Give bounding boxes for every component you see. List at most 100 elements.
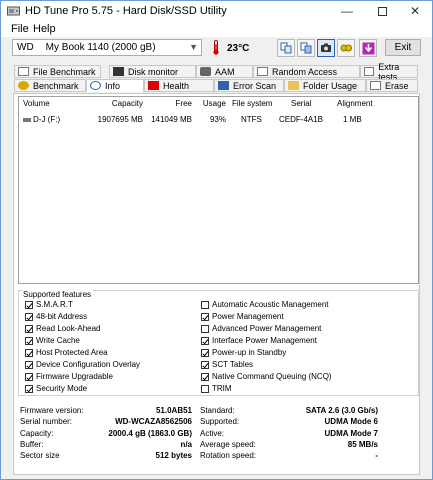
file-system-cell: NTFS xyxy=(241,115,262,124)
detail-label: Active: xyxy=(200,428,225,438)
feature-label: Firmware Upgradable xyxy=(36,372,113,381)
col-free[interactable]: Free xyxy=(176,99,192,108)
col-file-system[interactable]: File system xyxy=(232,99,272,108)
close-button[interactable]: ✕ xyxy=(398,1,432,21)
save-button[interactable] xyxy=(359,39,377,57)
feature-checkbox xyxy=(201,324,209,333)
tab-aam[interactable]: AAM xyxy=(196,65,253,78)
error-scan-icon xyxy=(218,81,229,90)
maximize-button[interactable] xyxy=(365,1,399,21)
tab-label: Random Access xyxy=(272,66,338,77)
detail-label: Average speed: xyxy=(200,439,256,449)
detail-value: - xyxy=(375,451,378,461)
detail-label: Standard: xyxy=(200,406,235,415)
feature-label: SCT Tables xyxy=(212,360,254,369)
exit-button[interactable]: Exit xyxy=(385,39,421,56)
menu-help[interactable]: Help xyxy=(33,23,56,35)
tab-strip: File Benchmark Disk monitor AAM Random A… xyxy=(14,62,418,93)
detail-value: UDMA Mode 7 xyxy=(324,428,378,438)
drive-select[interactable]: WD My Book 1140 (2000 gB) ▼ xyxy=(12,39,202,56)
detail-label: Supported: xyxy=(200,417,240,427)
detail-label: Sector size xyxy=(20,451,60,461)
detail-right-0: Standard: SATA 2.6 (3.0 Gb/s) xyxy=(200,406,378,417)
tab-info[interactable]: Info xyxy=(86,79,144,92)
feature-checkbox xyxy=(25,324,33,333)
feature-left-1: 48-bit Address xyxy=(25,311,87,322)
feature-left-4: Host Protected Area xyxy=(25,347,108,358)
feature-label: Write Cache xyxy=(36,336,80,345)
tab-erase[interactable]: Erase xyxy=(366,79,418,92)
disk-monitor-icon xyxy=(113,67,124,76)
feature-label: 48-bit Address xyxy=(36,312,88,321)
col-usage[interactable]: Usage xyxy=(203,99,226,108)
download-arrow-icon xyxy=(362,42,374,54)
tab-file-benchmark[interactable]: File Benchmark xyxy=(14,65,101,78)
feature-left-2: Read Look-Ahead xyxy=(25,323,101,334)
table-row[interactable]: D-J (F:) 1907695 MB 141049 MB 93% NTFS C… xyxy=(19,113,418,127)
benchmark-icon xyxy=(18,81,29,90)
minimize-button[interactable]: — xyxy=(330,1,364,21)
menu-file[interactable]: File xyxy=(11,23,29,35)
feature-checkbox xyxy=(201,372,209,381)
col-alignment[interactable]: Alignment xyxy=(337,99,373,108)
feature-label: Read Look-Ahead xyxy=(36,324,101,333)
app-window: HD Tune Pro 5.75 - Hard Disk/SSD Utility… xyxy=(0,0,433,480)
tab-label: File Benchmark xyxy=(33,66,96,77)
feature-checkbox xyxy=(25,300,33,309)
usage-cell: 93% xyxy=(209,115,226,124)
feature-checkbox xyxy=(201,312,209,321)
detail-left-3: Buffer: n/a xyxy=(20,440,192,451)
drive-brand: WD xyxy=(17,42,34,53)
tab-error-scan[interactable]: Error Scan xyxy=(214,79,284,92)
feature-checkbox xyxy=(25,348,33,357)
tab-disk-monitor[interactable]: Disk monitor xyxy=(109,65,196,78)
volume-table-header: Volume Capacity Free Usage File system S… xyxy=(19,97,418,111)
detail-right-1: Supported: UDMA Mode 6 xyxy=(200,417,378,428)
feature-label: Automatic Acoustic Management xyxy=(212,300,329,309)
title-bar[interactable]: HD Tune Pro 5.75 - Hard Disk/SSD Utility… xyxy=(1,1,432,21)
tab-benchmark[interactable]: Benchmark xyxy=(14,79,86,92)
screenshot-button[interactable] xyxy=(317,39,335,57)
detail-label: Rotation speed: xyxy=(200,451,257,461)
tab-folder-usage[interactable]: Folder Usage xyxy=(284,79,366,92)
feature-label: Power Management xyxy=(212,312,284,321)
col-serial[interactable]: Serial xyxy=(291,99,311,108)
tab-extra-tests[interactable]: Extra tests xyxy=(360,62,418,82)
free-cell: 141049 MB xyxy=(151,115,192,124)
copy-screenshot-button[interactable] xyxy=(297,39,315,57)
feature-right-3: Interface Power Management xyxy=(201,335,317,346)
feature-left-3: Write Cache xyxy=(25,335,80,346)
volume-name: D-J (F:) xyxy=(33,115,61,124)
tab-label: Info xyxy=(105,80,121,91)
detail-right-2: Active: UDMA Mode 7 xyxy=(200,429,378,440)
folder-icon xyxy=(288,81,299,90)
drive-name: My Book 1140 (2000 gB) xyxy=(45,42,156,53)
hd-tune-app-icon xyxy=(7,6,20,16)
capacity-cell: 1907695 MB xyxy=(97,115,143,124)
col-capacity[interactable]: Capacity xyxy=(112,99,143,108)
options-button[interactable] xyxy=(337,39,355,57)
copy-text-button[interactable] xyxy=(277,39,295,57)
tab-random-access[interactable]: Random Access xyxy=(253,65,360,78)
tab-health[interactable]: Health xyxy=(144,79,214,92)
detail-right-3: Average speed: 85 MB/s xyxy=(200,440,378,451)
toolbar: WD My Book 1140 (2000 gB) ▼ 23°C Exit xyxy=(1,37,432,61)
info-panel: Volume Capacity Free Usage File system S… xyxy=(13,93,420,475)
alignment-cell: 1 MB xyxy=(343,115,362,124)
detail-label: Firmware version: xyxy=(20,406,84,415)
col-volume[interactable]: Volume xyxy=(23,99,50,108)
feature-left-7: Security Mode xyxy=(25,383,87,394)
feature-checkbox xyxy=(25,372,33,381)
speaker-icon xyxy=(200,67,211,76)
feature-label: S.M.A.R.T xyxy=(36,300,73,309)
file-benchmark-icon xyxy=(18,67,29,76)
feature-checkbox xyxy=(25,360,33,369)
tab-label: Erase xyxy=(385,80,409,91)
feature-right-4: Power-up in Standby xyxy=(201,347,286,358)
detail-left-4: Sector size 512 bytes xyxy=(20,451,192,462)
detail-value: 51.0AB51 xyxy=(155,406,192,415)
feature-label: Device Configuration Overlay xyxy=(36,360,141,369)
serial-cell: CEDF-4A1B xyxy=(279,115,324,124)
minimize-icon: — xyxy=(341,4,353,18)
feature-right-6: Native Command Queuing (NCQ) xyxy=(201,371,332,382)
